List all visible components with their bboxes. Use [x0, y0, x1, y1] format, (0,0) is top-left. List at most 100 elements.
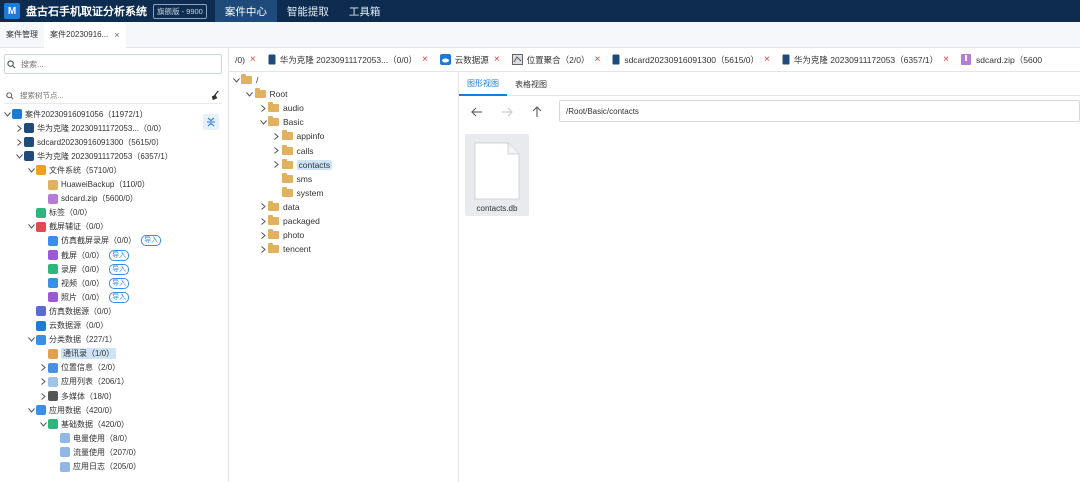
tab-table-view[interactable]: 表格视图	[507, 72, 555, 96]
path-input[interactable]: /Root/Basic/contacts	[559, 100, 1080, 122]
chevron-down-icon[interactable]	[26, 220, 36, 234]
chevron-right-icon[interactable]	[258, 214, 268, 228]
chevron-down-icon[interactable]	[231, 73, 241, 87]
folder-node[interactable]: calls	[272, 144, 314, 158]
open-tab[interactable]: /0) ×	[229, 48, 262, 71]
import-button[interactable]: 导入	[109, 277, 130, 289]
chevron-right-icon[interactable]	[272, 144, 282, 158]
chevron-right-icon[interactable]	[272, 158, 282, 172]
folder-node[interactable]: contacts	[272, 158, 333, 172]
close-icon[interactable]: ×	[943, 54, 949, 65]
folder-node[interactable]: system	[272, 186, 323, 200]
tree-node[interactable]: 电量使用（8/0）	[50, 431, 132, 445]
folder-node[interactable]: packaged	[258, 214, 320, 228]
up-arrow-icon[interactable]	[525, 102, 549, 122]
chevron-right-icon[interactable]	[258, 200, 268, 214]
chevron-right-icon[interactable]	[14, 135, 24, 149]
tree-node[interactable]: 文件系统（5710/0）	[26, 163, 121, 177]
close-icon[interactable]: ×	[422, 54, 428, 65]
folder-node[interactable]: /	[231, 73, 258, 87]
file-item[interactable]: contacts.db	[465, 134, 529, 216]
tree-search[interactable]	[4, 88, 222, 104]
open-tab[interactable]: 云数据源 ×	[434, 48, 506, 71]
tree-node[interactable]: 截屏辅证（0/0）	[26, 220, 108, 234]
tree-node[interactable]: 位置信息（2/0）	[38, 361, 120, 375]
chevron-right-icon[interactable]	[258, 101, 268, 115]
folder-node[interactable]: Basic	[258, 115, 304, 129]
chevron-down-icon[interactable]	[38, 417, 48, 431]
chevron-right-icon[interactable]	[38, 375, 48, 389]
open-tab[interactable]: sdcard20230916091300（5615/0） ×	[606, 48, 776, 71]
chevron-down-icon[interactable]	[258, 115, 268, 129]
chevron-down-icon[interactable]	[26, 163, 36, 177]
tab-case-management[interactable]: 案件管理	[0, 22, 44, 48]
tree-node[interactable]: 多媒体（18/0）	[38, 389, 117, 403]
open-tab[interactable]: 位置聚合（2/0） ×	[506, 48, 607, 71]
close-icon[interactable]: ×	[594, 54, 600, 65]
close-icon[interactable]: ×	[114, 30, 119, 40]
import-button[interactable]: 导入	[109, 263, 130, 275]
nav-toolbox[interactable]: 工具箱	[339, 0, 391, 22]
tree-node[interactable]: 应用日志（205/0）	[50, 460, 141, 474]
tab-graphic-view[interactable]: 图形视图	[459, 72, 507, 96]
chevron-down-icon[interactable]	[26, 403, 36, 417]
close-icon[interactable]: ×	[494, 54, 500, 65]
tree-node[interactable]: HuaweiBackup（110/0）	[38, 178, 150, 192]
tree-node[interactable]: 应用数据（420/0）	[26, 403, 117, 417]
folder-node[interactable]: appinfo	[272, 129, 324, 143]
nav-case-center[interactable]: 案件中心	[214, 0, 277, 22]
import-button[interactable]: 导入	[109, 249, 130, 261]
chevron-down-icon[interactable]	[245, 87, 255, 101]
folder-node[interactable]: sms	[272, 172, 312, 186]
chevron-right-icon[interactable]	[272, 129, 282, 143]
chevron-right-icon[interactable]	[14, 121, 24, 135]
chevron-down-icon[interactable]	[26, 333, 36, 347]
tree-node[interactable]: 标签（0/0）	[26, 206, 92, 220]
open-tab[interactable]: 华为克隆 20230911172053（6357/1） ×	[776, 48, 955, 71]
nav-smart-extract[interactable]: 智能提取	[277, 0, 339, 22]
chevron-down-icon[interactable]	[2, 107, 12, 121]
close-icon[interactable]: ×	[764, 54, 770, 65]
search-box[interactable]	[4, 54, 222, 74]
folder-node[interactable]: Root	[245, 87, 287, 101]
tree-node[interactable]: sdcard20230916091300（5615/0）	[14, 135, 164, 149]
tree-node[interactable]: sdcard.zip（5600/0）	[38, 192, 138, 206]
clear-filter-icon[interactable]	[208, 89, 222, 103]
tree-node[interactable]: 录屏（0/0） 导入	[38, 262, 130, 276]
back-arrow-icon[interactable]	[465, 102, 489, 122]
tree-search-input[interactable]	[20, 91, 208, 100]
chevron-right-icon[interactable]	[38, 361, 48, 375]
tree-node[interactable]: 视频（0/0） 导入	[38, 276, 130, 290]
chevron-right-icon[interactable]	[258, 242, 268, 256]
chevron-right-icon[interactable]	[38, 389, 48, 403]
open-tab[interactable]: 华为克隆 20230911172053...（0/0） ×	[262, 48, 434, 71]
chevron-down-icon[interactable]	[14, 149, 24, 163]
tree-node[interactable]: 仿真数据源（0/0）	[26, 304, 116, 318]
tree-node[interactable]: 云数据源（0/0）	[26, 319, 108, 333]
tree-node[interactable]: 应用列表（206/1）	[38, 375, 129, 389]
folder-node[interactable]: tencent	[258, 242, 311, 256]
collapse-all-icon[interactable]	[203, 114, 219, 130]
tree-node[interactable]: 华为克隆 20230911172053（6357/1）	[14, 149, 173, 163]
open-tab[interactable]: sdcard.zip（5600	[955, 48, 1048, 71]
tree-node[interactable]: 仿真截屏录屏（0/0） 导入	[38, 234, 162, 248]
tab-case-20230916[interactable]: 案件20230916... ×	[44, 21, 126, 48]
tree-node[interactable]: 截屏（0/0） 导入	[38, 248, 130, 262]
import-button[interactable]: 导入	[109, 291, 130, 303]
close-icon[interactable]: ×	[250, 54, 256, 65]
chevron-right-icon[interactable]	[258, 228, 268, 242]
tree-node[interactable]: 华为克隆 20230911172053...（0/0）	[14, 121, 166, 135]
tree-node[interactable]: 案件20230916091056（11972/1）	[2, 107, 148, 121]
tree-node[interactable]: 分类数据（227/1）	[26, 333, 117, 347]
forward-arrow-icon[interactable]	[495, 102, 519, 122]
tree-node[interactable]: 照片（0/0） 导入	[38, 290, 130, 304]
folder-node[interactable]: audio	[258, 101, 304, 115]
tree-node[interactable]: 通讯录（1/0）	[38, 347, 117, 361]
import-button[interactable]: 导入	[141, 235, 162, 247]
folder-node[interactable]: data	[258, 200, 300, 214]
tree-node[interactable]: 流量使用（207/0）	[50, 445, 141, 459]
folder-node[interactable]: photo	[258, 228, 304, 242]
tree-node[interactable]: 基础数据（420/0）	[38, 417, 129, 431]
search-input[interactable]	[21, 59, 221, 69]
